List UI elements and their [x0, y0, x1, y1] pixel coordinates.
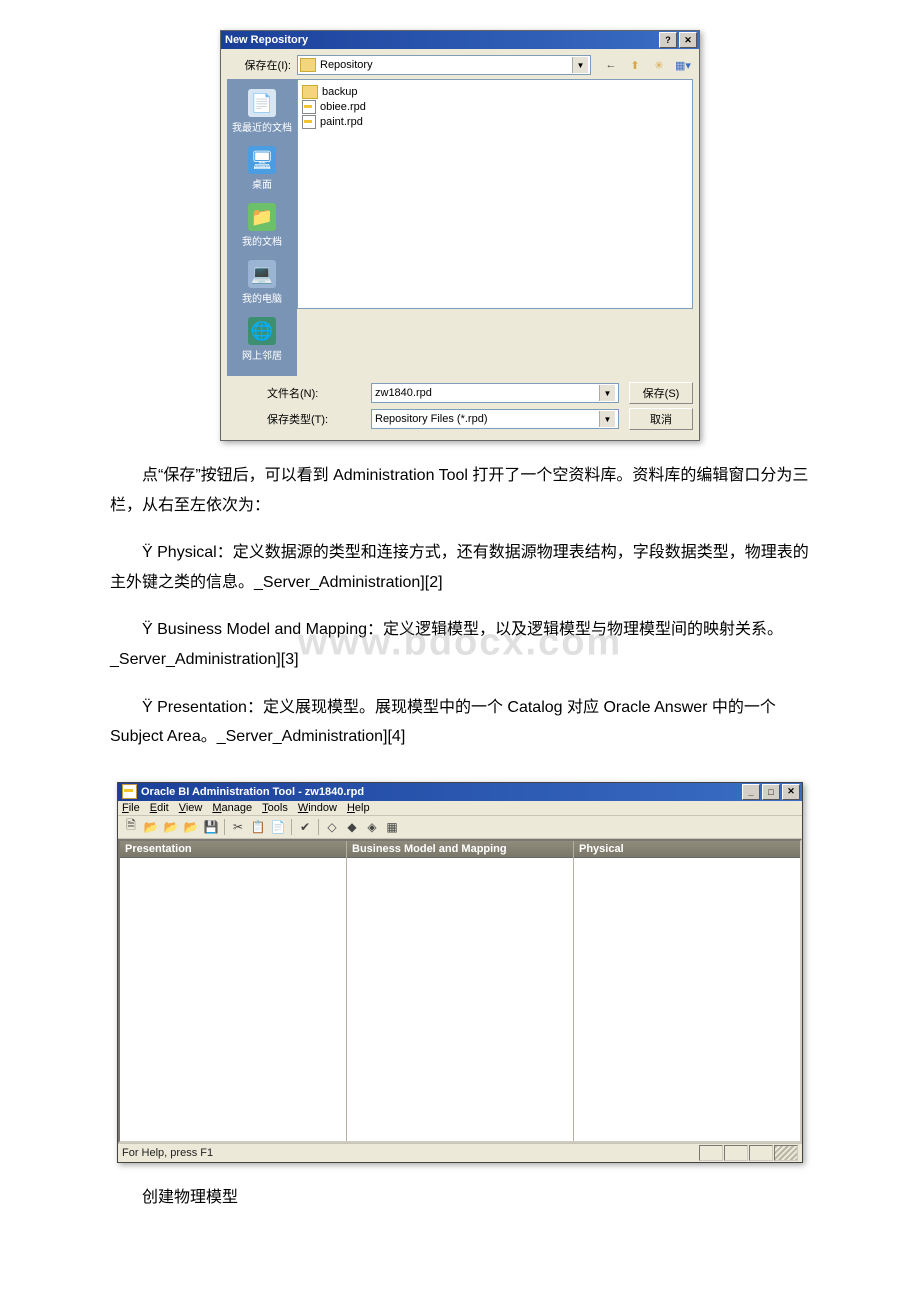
toolbar-separator	[318, 819, 319, 835]
place-recent[interactable]: 📄 我最近的文档	[227, 85, 297, 142]
toolbar-separator	[224, 819, 225, 835]
paragraph: Ÿ Presentation：定义展现模型。展现模型中的一个 Catalog 对…	[110, 693, 820, 752]
new-icon[interactable]: 🗎	[122, 818, 140, 836]
admin-titlebar[interactable]: Oracle BI Administration Tool - zw1840.r…	[118, 783, 802, 801]
copy-icon[interactable]: 📋	[249, 818, 267, 836]
place-mydocs[interactable]: 📁 我的文档	[227, 199, 297, 256]
chevron-down-icon[interactable]: ▼	[599, 385, 615, 401]
pane-business-model[interactable]: Business Model and Mapping	[347, 841, 574, 1141]
status-cell	[699, 1145, 723, 1161]
close-button[interactable]: ✕	[679, 32, 697, 48]
tool-icon[interactable]: ◆	[343, 818, 361, 836]
save-button[interactable]: 保存(S)	[629, 382, 693, 404]
paragraph: Ÿ Business Model and Mapping：定义逻辑模型，以及逻辑…	[110, 615, 820, 674]
maximize-button[interactable]: □	[762, 784, 780, 800]
savetype-combo[interactable]: Repository Files (*.rpd) ▼	[371, 409, 619, 429]
pane-header: Business Model and Mapping	[347, 841, 573, 858]
pane-body[interactable]	[120, 858, 346, 1141]
menu-help[interactable]: Help	[347, 802, 370, 814]
cancel-button[interactable]: 取消	[629, 408, 693, 430]
cut-icon[interactable]: ✂	[229, 818, 247, 836]
save-in-value: Repository	[320, 59, 373, 71]
dialog-title: New Repository	[225, 34, 308, 46]
save-in-label: 保存在(I):	[227, 57, 297, 73]
resize-grip-icon[interactable]	[774, 1145, 798, 1161]
tool-icon[interactable]: ◇	[323, 818, 341, 836]
docs-icon: 📁	[248, 203, 276, 231]
menu-edit[interactable]: Edit	[150, 802, 169, 814]
app-icon	[122, 784, 137, 799]
up-icon[interactable]: ⬆	[625, 56, 645, 74]
new-repository-dialog: New Repository ? ✕ 保存在(I): Repository ▼ …	[220, 30, 700, 441]
status-cell	[749, 1145, 773, 1161]
tool-icon[interactable]: ▦	[383, 818, 401, 836]
tool-icon[interactable]: ◈	[363, 818, 381, 836]
pane-body[interactable]	[574, 858, 800, 1141]
menu-window[interactable]: Window	[298, 802, 337, 814]
status-cell	[724, 1145, 748, 1161]
place-mypc[interactable]: 💻 我的电脑	[227, 256, 297, 313]
content-panes: Presentation Business Model and Mapping …	[118, 839, 802, 1143]
toolbar-separator	[291, 819, 292, 835]
status-text: For Help, press F1	[122, 1147, 213, 1159]
views-icon[interactable]: ▦▾	[673, 56, 693, 74]
folder-icon	[300, 58, 316, 72]
pane-header: Physical	[574, 841, 800, 858]
statusbar: For Help, press F1	[118, 1143, 802, 1162]
help-button[interactable]: ?	[659, 32, 677, 48]
admin-tool-window: Oracle BI Administration Tool - zw1840.r…	[117, 782, 803, 1163]
save-in-combo[interactable]: Repository ▼	[297, 55, 591, 75]
rpd-file-icon	[302, 115, 316, 129]
pane-presentation[interactable]: Presentation	[120, 841, 347, 1141]
pane-body[interactable]	[347, 858, 573, 1141]
open3-icon[interactable]: 📂	[182, 818, 200, 836]
back-icon[interactable]: ←	[601, 56, 621, 74]
list-item[interactable]: obiee.rpd	[302, 99, 688, 114]
open-icon[interactable]: 📂	[142, 818, 160, 836]
pane-header: Presentation	[120, 841, 346, 858]
menu-file[interactable]: File	[122, 802, 140, 814]
save-icon[interactable]: 💾	[202, 818, 220, 836]
close-button[interactable]: ✕	[782, 784, 800, 800]
new-folder-icon[interactable]: ✳	[649, 56, 669, 74]
menu-view[interactable]: View	[179, 802, 203, 814]
menubar[interactable]: File Edit View Manage Tools Window Help	[118, 801, 802, 816]
dialog-titlebar[interactable]: New Repository ? ✕	[221, 31, 699, 49]
open2-icon[interactable]: 📂	[162, 818, 180, 836]
places-bar: 📄 我最近的文档 🖥 桌面 📁 我的文档 💻	[227, 79, 297, 376]
filename-label: 文件名(N):	[227, 385, 371, 401]
file-list[interactable]: backup obiee.rpd paint.rpd	[297, 79, 693, 309]
menu-tools[interactable]: Tools	[262, 802, 288, 814]
list-item[interactable]: backup	[302, 84, 688, 99]
admin-title: Oracle BI Administration Tool - zw1840.r…	[141, 786, 364, 798]
list-item[interactable]: paint.rpd	[302, 114, 688, 129]
desktop-icon: 🖥	[248, 146, 276, 174]
check-icon[interactable]: ✔	[296, 818, 314, 836]
savetype-label: 保存类型(T):	[227, 411, 371, 427]
toolbar: 🗎 📂 📂 📂 💾 ✂ 📋 📄 ✔ ◇ ◆ ◈ ▦	[118, 816, 802, 839]
network-icon: 🌐	[248, 317, 276, 345]
paragraph: 点“保存”按钮后，可以看到 Administration Tool 打开了一个空…	[110, 461, 820, 520]
filename-input[interactable]: zw1840.rpd ▼	[371, 383, 619, 403]
pc-icon: 💻	[248, 260, 276, 288]
place-desktop[interactable]: 🖥 桌面	[227, 142, 297, 199]
place-network[interactable]: 🌐 网上邻居	[227, 313, 297, 370]
folder-icon	[302, 85, 318, 99]
rpd-file-icon	[302, 100, 316, 114]
paste-icon[interactable]: 📄	[269, 818, 287, 836]
menu-manage[interactable]: Manage	[212, 802, 252, 814]
chevron-down-icon[interactable]: ▼	[599, 411, 615, 427]
minimize-button[interactable]: _	[742, 784, 760, 800]
pane-physical[interactable]: Physical	[574, 841, 800, 1141]
recent-icon: 📄	[248, 89, 276, 117]
paragraph: 创建物理模型	[110, 1183, 820, 1213]
paragraph: Ÿ Physical：定义数据源的类型和连接方式，还有数据源物理表结构，字段数据…	[110, 538, 820, 597]
chevron-down-icon[interactable]: ▼	[572, 57, 588, 73]
